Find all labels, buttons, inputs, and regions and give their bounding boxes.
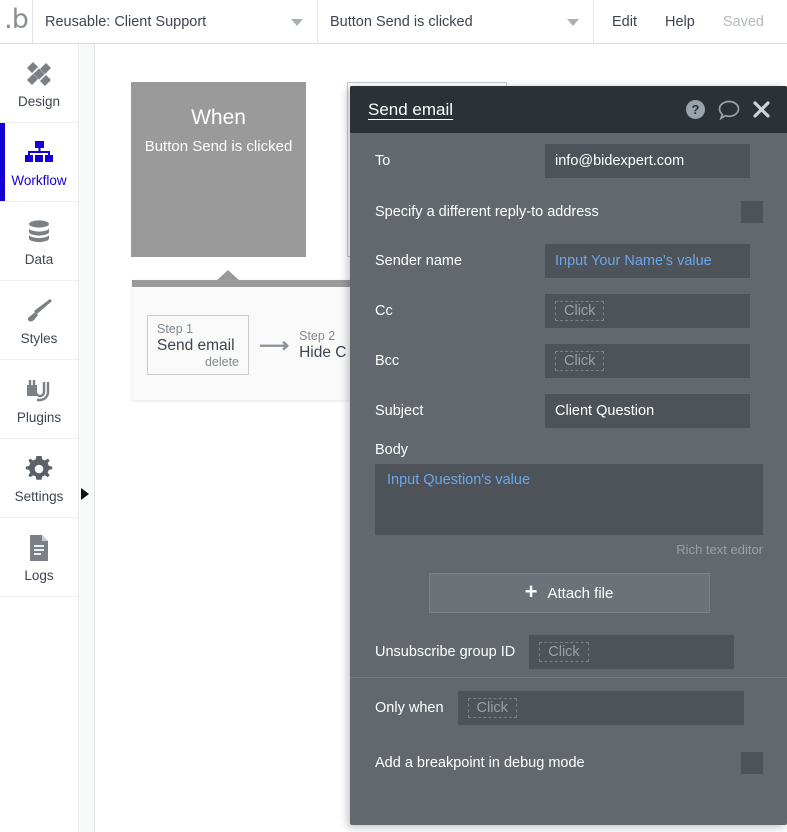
logs-icon [26, 531, 52, 565]
sidebar-item-settings[interactable]: Settings [0, 439, 78, 518]
bubble-editor-window: .b Reusable: Client Support Button Send … [0, 0, 787, 832]
field-row-unsubscribe: Unsubscribe group ID Click [350, 613, 787, 677]
field-label-subject: Subject [375, 403, 424, 419]
plugins-icon [24, 373, 54, 407]
help-button[interactable]: Help [665, 14, 695, 30]
sidebar-collapse-arrow-icon[interactable] [81, 488, 89, 500]
attach-file-row: + Attach file [350, 557, 787, 613]
field-row-cc: Cc Click [350, 286, 787, 336]
left-sidebar: Design Workflow Data Styles Plugins Sett… [0, 44, 79, 832]
workflow-selector-value: Button Send is clicked [330, 13, 473, 30]
arrow-right-icon: ⟶ [259, 333, 290, 357]
styles-icon [24, 294, 54, 328]
steps-panel-notch-icon [216, 270, 240, 281]
field-row-bcc: Bcc Click [350, 336, 787, 386]
field-row-only-when: Only when Click [350, 678, 787, 738]
field-row-to: To info@bidexpert.com [350, 133, 787, 188]
sidebar-item-label: Plugins [16, 410, 62, 425]
event-block-when[interactable]: When Button Send is clicked [131, 82, 306, 257]
design-icon [24, 57, 54, 91]
bcc-placeholder: Click [555, 351, 605, 371]
field-label-to: To [375, 152, 391, 169]
only-when-placeholder: Click [467, 698, 517, 718]
unsubscribe-placeholder: Click [539, 642, 589, 662]
event-block-title: When [191, 106, 246, 129]
sidebar-item-label: Logs [24, 568, 54, 583]
body-textarea[interactable]: Input Question's value [375, 464, 763, 535]
page-selector-value: Reusable: Client Support [45, 13, 207, 30]
attach-file-label: Attach file [547, 584, 614, 602]
attach-file-button[interactable]: + Attach file [428, 573, 710, 613]
field-label-unsubscribe: Unsubscribe group ID [375, 644, 516, 660]
saved-status: Saved [722, 13, 764, 30]
sidebar-item-styles[interactable]: Styles [0, 281, 78, 360]
subject-input[interactable]: Client Question [545, 394, 750, 428]
event-block-subtitle: Button Send is clicked [144, 138, 293, 155]
step-delete-link[interactable]: delete [157, 355, 239, 369]
only-when-input[interactable]: Click [457, 691, 744, 725]
field-label-cc: Cc [375, 303, 393, 319]
edit-button[interactable]: Edit [612, 14, 637, 30]
field-row-subject: Subject Client Question [350, 386, 787, 436]
sidebar-item-logs[interactable]: Logs [0, 518, 78, 597]
data-icon [25, 215, 53, 249]
sidebar-item-label: Settings [14, 489, 64, 504]
help-circle-icon[interactable]: ? [685, 99, 706, 120]
sidebar-item-label: Styles [20, 331, 58, 346]
close-icon[interactable] [752, 100, 771, 119]
chevron-down-icon [567, 18, 579, 26]
unsubscribe-input[interactable]: Click [529, 635, 735, 669]
canvas-gutter-divider [94, 44, 95, 832]
field-row-breakpoint: Add a breakpoint in debug mode [350, 738, 787, 788]
workflow-selector[interactable]: Button Send is clicked [318, 0, 594, 43]
field-label-sender-name: Sender name [375, 253, 463, 269]
step-card-1[interactable]: Step 1 Send email delete [147, 315, 249, 375]
speech-bubble-icon[interactable] [718, 100, 740, 120]
field-label-body: Body [375, 442, 409, 458]
send-email-dialog: Send email ? To info@bidexpert.com Speci… [350, 86, 787, 825]
field-label-breakpoint: Add a breakpoint in debug mode [375, 755, 585, 771]
gear-icon [24, 452, 54, 486]
sidebar-item-data[interactable]: Data [0, 202, 78, 281]
step-number: Step 1 [157, 322, 194, 336]
workflow-icon [24, 136, 54, 170]
top-bar-actions: Edit Help Saved [594, 0, 764, 43]
dialog-title[interactable]: Send email [368, 100, 453, 120]
dialog-header: Send email ? [350, 86, 787, 133]
field-row-sender-name: Sender name Input Your Name's value [350, 236, 787, 286]
sidebar-item-label: Data [24, 252, 54, 267]
top-bar: .b Reusable: Client Support Button Send … [0, 0, 787, 44]
bcc-input[interactable]: Click [545, 344, 750, 378]
dialog-header-icons: ? [685, 99, 771, 120]
sidebar-item-label: Design [17, 94, 61, 109]
reply-to-checkbox[interactable] [741, 201, 763, 223]
breakpoint-checkbox[interactable] [741, 752, 763, 774]
cc-placeholder: Click [555, 301, 605, 321]
sidebar-item-workflow[interactable]: Workflow [0, 123, 78, 202]
bubble-logo[interactable]: .b [0, 0, 33, 43]
field-label-bcc: Bcc [375, 353, 400, 369]
svg-text:?: ? [692, 102, 700, 117]
plus-icon: + [524, 579, 538, 604]
sidebar-item-label: Workflow [11, 173, 67, 188]
to-input[interactable]: info@bidexpert.com [545, 143, 750, 178]
sidebar-item-plugins[interactable]: Plugins [0, 360, 78, 439]
field-label-reply-to: Specify a different reply-to address [375, 204, 599, 220]
dialog-body: To info@bidexpert.com Specify a differen… [350, 133, 787, 788]
field-row-body: Body Input Question's value Rich text ed… [350, 436, 787, 557]
field-label-only-when: Only when [375, 700, 444, 716]
sender-name-input[interactable]: Input Your Name's value [545, 244, 750, 278]
chevron-down-icon [291, 18, 303, 26]
rich-text-editor-note: Rich text editor [676, 542, 763, 557]
cc-input[interactable]: Click [545, 294, 750, 328]
bubble-logo-icon: .b [4, 4, 29, 35]
step-name: Send email [157, 337, 235, 354]
field-row-reply-to: Specify a different reply-to address [350, 188, 787, 236]
page-selector[interactable]: Reusable: Client Support [33, 0, 318, 43]
sidebar-item-design[interactable]: Design [0, 44, 78, 123]
